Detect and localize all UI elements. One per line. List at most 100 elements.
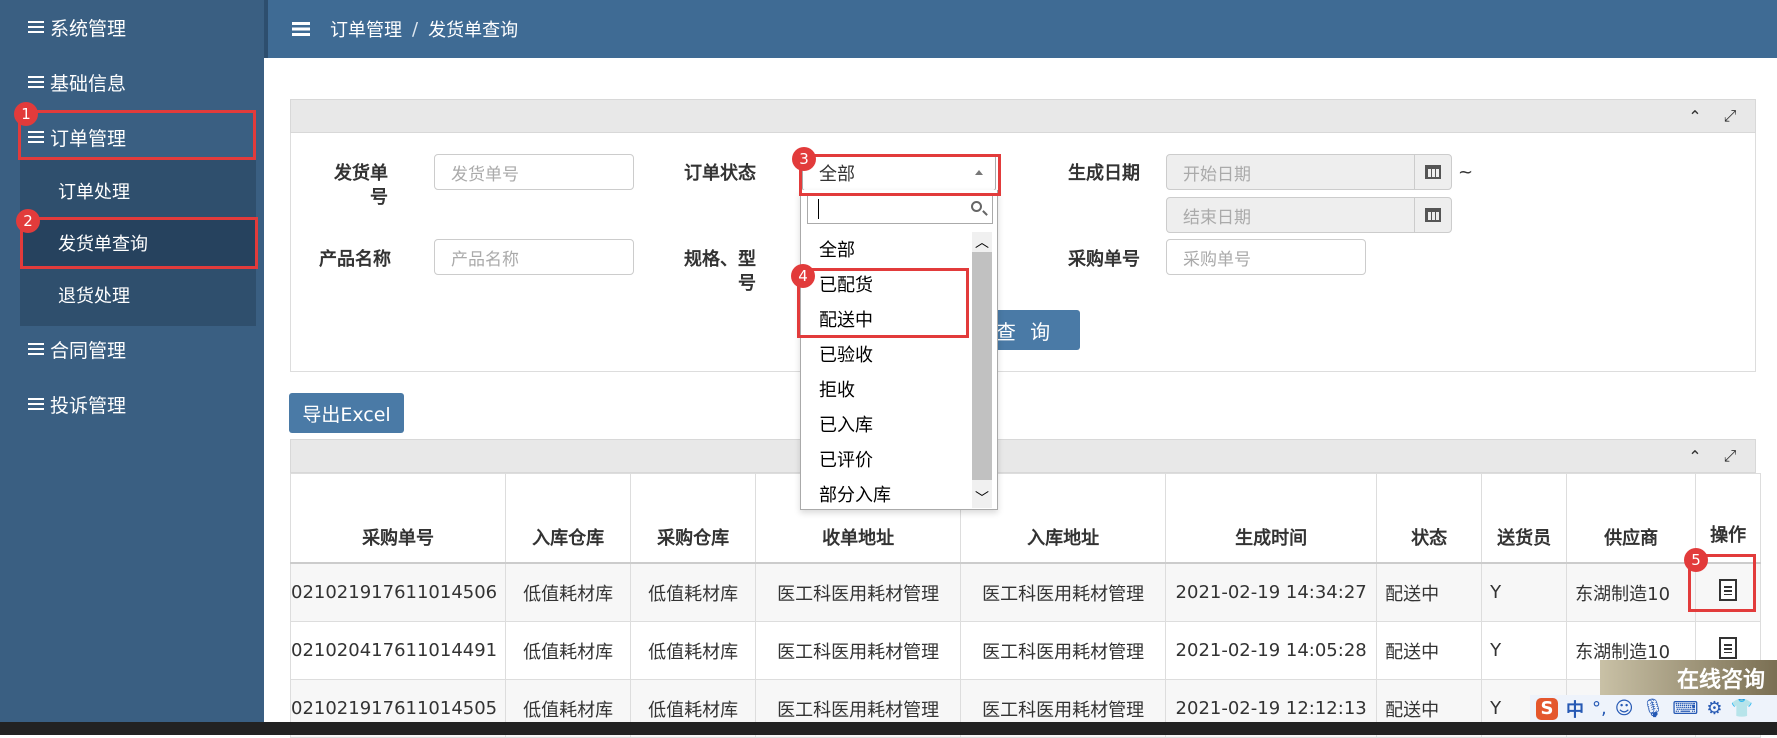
sidebar-item-complaints[interactable]: 投诉管理 — [0, 377, 264, 431]
sidebar-subitem-returns[interactable]: 退货处理 — [20, 269, 256, 321]
cell: 医工科医用耗材管理 — [960, 621, 1167, 680]
expand-icon[interactable]: ⤢ — [1719, 106, 1741, 126]
sidebar-item-label: 系统管理 — [50, 17, 127, 40]
tools-icon[interactable]: ⚙ — [1706, 698, 1722, 719]
annotation-badge-4: 4 — [791, 264, 815, 288]
sidebar: 系统管理 基础信息 订单管理 订单处理 发货单查询 退货处理 合同管理 投诉管理 — [0, 0, 264, 735]
skin-icon[interactable]: 👕 — [1730, 698, 1752, 719]
sidebar-subitem-label: 订单处理 — [58, 182, 130, 203]
calendar-icon — [1425, 165, 1441, 179]
list-icon — [28, 343, 44, 355]
product-name-input[interactable]: 产品名称 — [434, 239, 634, 275]
po-number-input[interactable]: 采购单号 — [1166, 239, 1366, 275]
end-date-input[interactable]: 结束日期 — [1166, 197, 1420, 233]
select-value: 全部 — [819, 164, 855, 185]
cell-supplier: 东湖制造10 — [1566, 562, 1697, 622]
start-date-input[interactable]: 开始日期 — [1166, 154, 1420, 190]
date-label: 生成日期 — [1068, 163, 1140, 184]
sidebar-subitem-label: 发货单查询 — [58, 234, 148, 255]
keyboard-icon[interactable]: ⌨ — [1672, 698, 1698, 719]
sidebar-item-contracts[interactable]: 合同管理 — [0, 322, 264, 376]
column-header: 生成时间 — [1165, 473, 1378, 564]
dropdown-option[interactable]: 已评价 — [819, 446, 873, 472]
online-consult-widget[interactable]: 在线咨询 — [1600, 660, 1777, 696]
punctuation-icon[interactable]: °, — [1592, 698, 1607, 719]
caret-up-icon — [975, 170, 983, 175]
taskbar-strip — [0, 722, 1777, 735]
column-header: 采购单号 — [289, 473, 507, 564]
breadcrumb-separator: / — [412, 18, 419, 40]
search-panel-header: ⌃ ⤢ — [290, 99, 1756, 133]
results-panel-header: ⌃ ⤢ — [290, 439, 1756, 473]
annotation-badge-2: 2 — [16, 209, 40, 233]
dropdown-option[interactable]: 配送中 — [819, 306, 873, 332]
orders-submenu: 订单处理 发货单查询 退货处理 — [20, 160, 256, 326]
cell: Y — [1481, 562, 1568, 622]
column-header: 入库仓库 — [505, 473, 632, 564]
cell: 低值耗材库 — [505, 621, 632, 680]
collapse-icon[interactable]: ⌃ — [1684, 106, 1706, 126]
dropdown-option[interactable]: 已入库 — [819, 411, 873, 437]
emoji-icon[interactable]: ☺ — [1615, 698, 1634, 719]
collapse-icon[interactable]: ⌃ — [1684, 446, 1706, 466]
date-range-tilde: ~ — [1458, 162, 1474, 183]
sidebar-subitem-order-processing[interactable]: 订单处理 — [20, 165, 256, 217]
expand-icon[interactable]: ⤢ — [1719, 446, 1741, 466]
cell: Y — [1481, 621, 1568, 680]
ime-language-toggle[interactable]: 中 — [1566, 696, 1584, 722]
sidebar-item-orders[interactable]: 订单管理 — [0, 110, 264, 164]
scroll-up-icon[interactable]: ︿ — [975, 232, 989, 252]
start-date-calendar-button[interactable] — [1414, 154, 1452, 190]
document-icon[interactable] — [1719, 579, 1738, 601]
column-header: 状态 — [1376, 473, 1483, 564]
top-header: 订单管理 / 发货单查询 — [264, 0, 1777, 58]
menu-toggle-icon[interactable] — [292, 22, 310, 36]
cell-po-number: 021021917611014506 — [289, 562, 507, 622]
scroll-down-icon[interactable]: ﹀ — [975, 488, 989, 508]
document-icon[interactable] — [1719, 637, 1738, 659]
list-icon — [28, 21, 44, 33]
invoice-no-label: 发货单号 — [334, 163, 388, 208]
invoice-no-input[interactable]: 发货单号 — [434, 154, 634, 190]
sidebar-subitem-invoice-query[interactable]: 发货单查询 — [20, 217, 256, 269]
cell: 医工科医用耗材管理 — [755, 562, 962, 622]
table-header-row: 采购单号 入库仓库 采购仓库 收单地址 入库地址 生成时间 状态 送货员 供应商… — [289, 473, 1762, 564]
dropdown-option[interactable]: 拒收 — [819, 376, 855, 402]
breadcrumb-parent[interactable]: 订单管理 — [330, 16, 402, 42]
column-header: 供应商 — [1566, 473, 1697, 564]
sidebar-item-label: 基础信息 — [50, 72, 127, 95]
dropdown-scrollbar-thumb[interactable] — [972, 252, 992, 480]
table-row: 021020417611014491 低值耗材库 低值耗材库 医工科医用耗材管理… — [289, 621, 1762, 680]
column-header: 操作 — [1695, 473, 1762, 564]
microphone-icon[interactable]: 🎙 — [1642, 698, 1665, 719]
product-name-label: 产品名称 — [319, 249, 391, 270]
dropdown-option[interactable]: 全部 — [819, 236, 855, 262]
po-number-label: 采购单号 — [1068, 249, 1140, 270]
text-cursor — [818, 199, 819, 219]
sidebar-item-basic-info[interactable]: 基础信息 — [0, 55, 264, 109]
sidebar-item-label: 投诉管理 — [50, 394, 127, 417]
breadcrumb-current: 发货单查询 — [428, 20, 519, 41]
order-status-label: 订单状态 — [684, 163, 756, 184]
annotation-badge-3: 3 — [792, 147, 816, 171]
end-date-calendar-button[interactable] — [1414, 197, 1452, 233]
cell: 2021-02-19 14:05:28 — [1165, 621, 1378, 680]
annotation-badge-5: 5 — [1684, 548, 1708, 572]
cell-po-number: 021020417611014491 — [289, 621, 507, 680]
dropdown-option[interactable]: 已配货 — [819, 271, 873, 297]
list-icon — [28, 76, 44, 88]
order-status-select[interactable]: 全部 — [802, 155, 996, 191]
status-dropdown: 全部 已配货 配送中 已验收 拒收 已入库 已评价 部分入库 — [800, 190, 998, 510]
cell: 低值耗材库 — [630, 621, 757, 680]
cell-status: 配送中 — [1376, 562, 1483, 622]
dropdown-search-input[interactable] — [807, 194, 993, 224]
cell-status: 配送中 — [1376, 621, 1483, 680]
table-row: 021021917611014506 低值耗材库 低值耗材库 医工科医用耗材管理… — [289, 562, 1762, 622]
dropdown-option[interactable]: 已验收 — [819, 341, 873, 367]
cell: 低值耗材库 — [630, 562, 757, 622]
ime-toolbar: S 中 °, ☺ 🎙 ⌨ ⚙ 👕 — [1530, 695, 1777, 722]
sidebar-item-system[interactable]: 系统管理 — [0, 0, 264, 54]
ime-logo-icon[interactable]: S — [1536, 697, 1558, 720]
dropdown-option[interactable]: 部分入库 — [819, 481, 891, 507]
export-excel-button[interactable]: 导出Excel — [289, 393, 404, 433]
